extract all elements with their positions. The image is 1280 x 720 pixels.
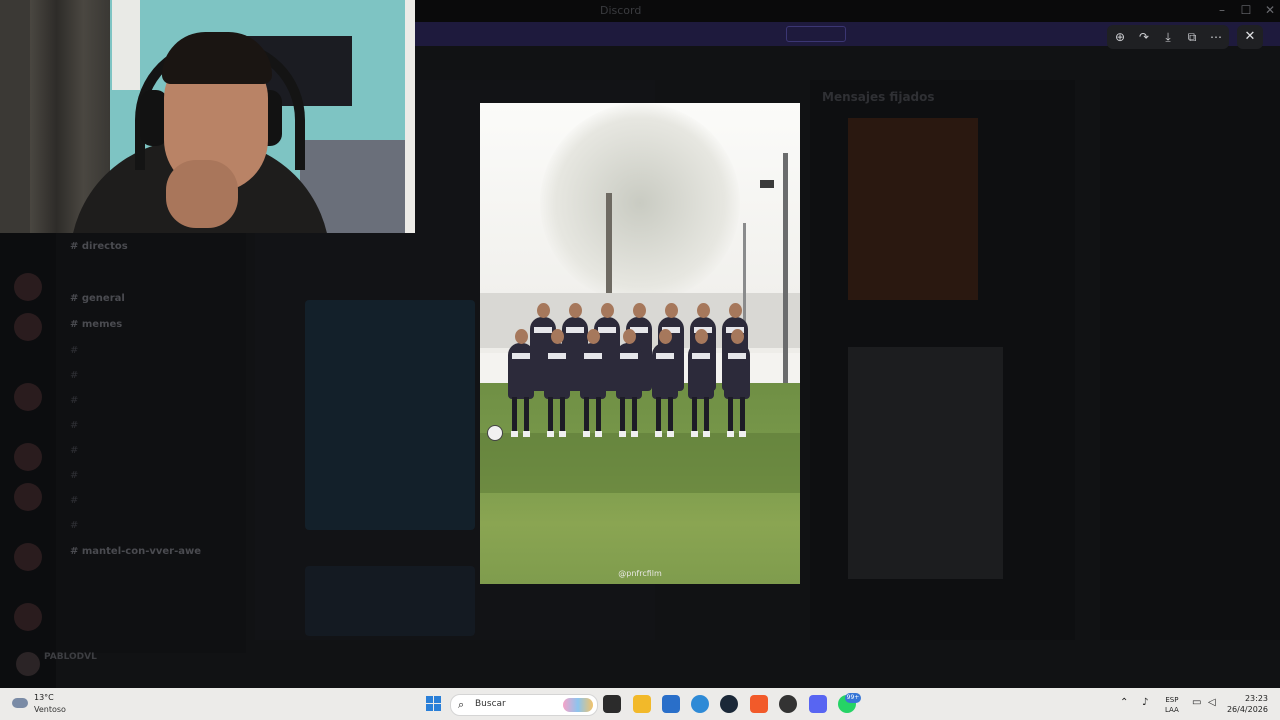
share-icon[interactable]: ↷ (1135, 29, 1153, 45)
chat-image[interactable] (305, 566, 475, 636)
lightbox-image[interactable]: @pnfrcfilm (480, 103, 800, 584)
weather-icon[interactable] (12, 698, 28, 708)
windows-logo-icon (426, 696, 433, 703)
webcam-edge (405, 0, 415, 233)
zoom-icon[interactable]: ⊕ (1111, 29, 1129, 45)
outlook-icon[interactable] (691, 695, 709, 713)
photo-player-legs (686, 397, 716, 443)
photo-player (580, 329, 606, 399)
maximize-button[interactable]: ☐ (1236, 3, 1256, 17)
user-panel: PABLODVL (10, 648, 245, 684)
channel-item[interactable]: # (70, 370, 78, 381)
server-icon[interactable] (14, 543, 42, 571)
channel-item[interactable]: # (70, 445, 78, 456)
photo-floodlight (760, 180, 774, 188)
language-indicator[interactable]: ESP LAA (1165, 695, 1179, 715)
channel-item[interactable]: # general (70, 293, 125, 304)
open-external-icon[interactable]: ⧉ (1183, 29, 1201, 45)
server-icon[interactable] (14, 313, 42, 341)
pinned-title: Mensajes fijados (822, 90, 935, 104)
photo-player-legs (578, 397, 608, 443)
photo-player-legs (542, 397, 572, 443)
search-input[interactable]: Buscar (475, 699, 506, 709)
webcam-overlay (0, 0, 415, 233)
volume-icon[interactable]: ◁ (1208, 697, 1216, 708)
keyboard-layout: LAA (1165, 706, 1179, 714)
clock-time: 23:23 (1244, 694, 1268, 703)
minimize-button[interactable]: – (1212, 3, 1232, 17)
member-list (1100, 80, 1280, 640)
notice-banner-button[interactable] (786, 26, 846, 42)
photo-player-legs (614, 397, 644, 443)
app-icon[interactable] (779, 695, 797, 713)
server-icon[interactable] (14, 273, 42, 301)
store-icon[interactable] (662, 695, 680, 713)
server-rail (0, 233, 56, 688)
photo-player (508, 329, 534, 399)
language-code: ESP (1165, 696, 1179, 704)
file-explorer-icon[interactable] (633, 695, 651, 713)
photo-player (616, 329, 642, 399)
task-view-icon[interactable] (603, 695, 621, 713)
windows-logo-icon (426, 704, 433, 711)
channel-item[interactable]: # (70, 495, 78, 506)
photo-player-legs (506, 397, 536, 443)
avatar[interactable] (16, 652, 40, 676)
brave-icon[interactable] (750, 695, 768, 713)
server-icon[interactable] (14, 483, 42, 511)
photo-player (724, 329, 750, 399)
channel-item[interactable]: # (70, 420, 78, 431)
photo-watermark: @pnfrcfilm (618, 569, 662, 578)
photo-player-legs (722, 397, 752, 443)
window-title: Discord (600, 4, 642, 17)
windows-logo-icon (434, 704, 441, 711)
photo-team (504, 299, 776, 439)
webcam-shelf (112, 0, 140, 90)
photo-player (544, 329, 570, 399)
channel-list: # directos # general # memes # # # # # #… (56, 233, 246, 653)
photo-player-legs (650, 397, 680, 443)
windows-logo-icon (434, 696, 441, 703)
microphone-icon[interactable]: ♪ (1142, 697, 1148, 708)
network-icon[interactable]: ▭ (1192, 697, 1201, 708)
search-highlight-icon (563, 698, 593, 712)
pinned-image[interactable] (848, 118, 978, 300)
webcam-person-hand (166, 160, 238, 228)
channel-item[interactable]: # directos (70, 241, 128, 252)
channel-item[interactable]: # (70, 345, 78, 356)
channel-item[interactable]: # mantel-con-vver-awe (70, 546, 201, 557)
title-bar (415, 0, 1280, 22)
lightbox-close-button[interactable]: ✕ (1237, 25, 1263, 49)
window-close-button[interactable]: ✕ (1260, 3, 1280, 17)
taskbar-search[interactable]: ⌕ Buscar (450, 694, 598, 716)
photo-light-pole (783, 153, 788, 383)
server-icon[interactable] (14, 383, 42, 411)
channel-item[interactable]: # (70, 520, 78, 531)
download-icon[interactable]: ⤓ (1159, 29, 1177, 45)
photo-player (652, 329, 678, 399)
search-icon: ⌕ (458, 698, 465, 711)
channel-item[interactable]: # (70, 395, 78, 406)
channel-item[interactable]: # (70, 470, 78, 481)
pinned-image[interactable] (848, 347, 1003, 579)
notification-badge: 99+ (845, 693, 861, 703)
channel-item[interactable]: # memes (70, 319, 122, 330)
server-icon[interactable] (14, 443, 42, 471)
clock[interactable]: 23:23 26/4/2026 (1226, 693, 1268, 715)
server-icon[interactable] (14, 603, 42, 631)
discord-icon[interactable] (809, 695, 827, 713)
photo-tree (540, 103, 740, 303)
start-button[interactable] (426, 696, 442, 712)
clock-date: 26/4/2026 (1226, 705, 1268, 714)
user-name: PABLODVL (44, 652, 97, 662)
weather-temperature[interactable]: 13°C (34, 693, 54, 702)
lightbox-toolbar: ⊕ ↷ ⤓ ⧉ ⋯ (1107, 25, 1229, 49)
photo-ball (487, 425, 503, 441)
chat-image[interactable] (305, 300, 475, 530)
chevron-up-icon[interactable]: ⌃ (1120, 697, 1128, 708)
steam-icon[interactable] (720, 695, 738, 713)
photo-player (688, 329, 714, 399)
more-icon[interactable]: ⋯ (1207, 29, 1225, 45)
weather-condition[interactable]: Ventoso (34, 705, 66, 714)
